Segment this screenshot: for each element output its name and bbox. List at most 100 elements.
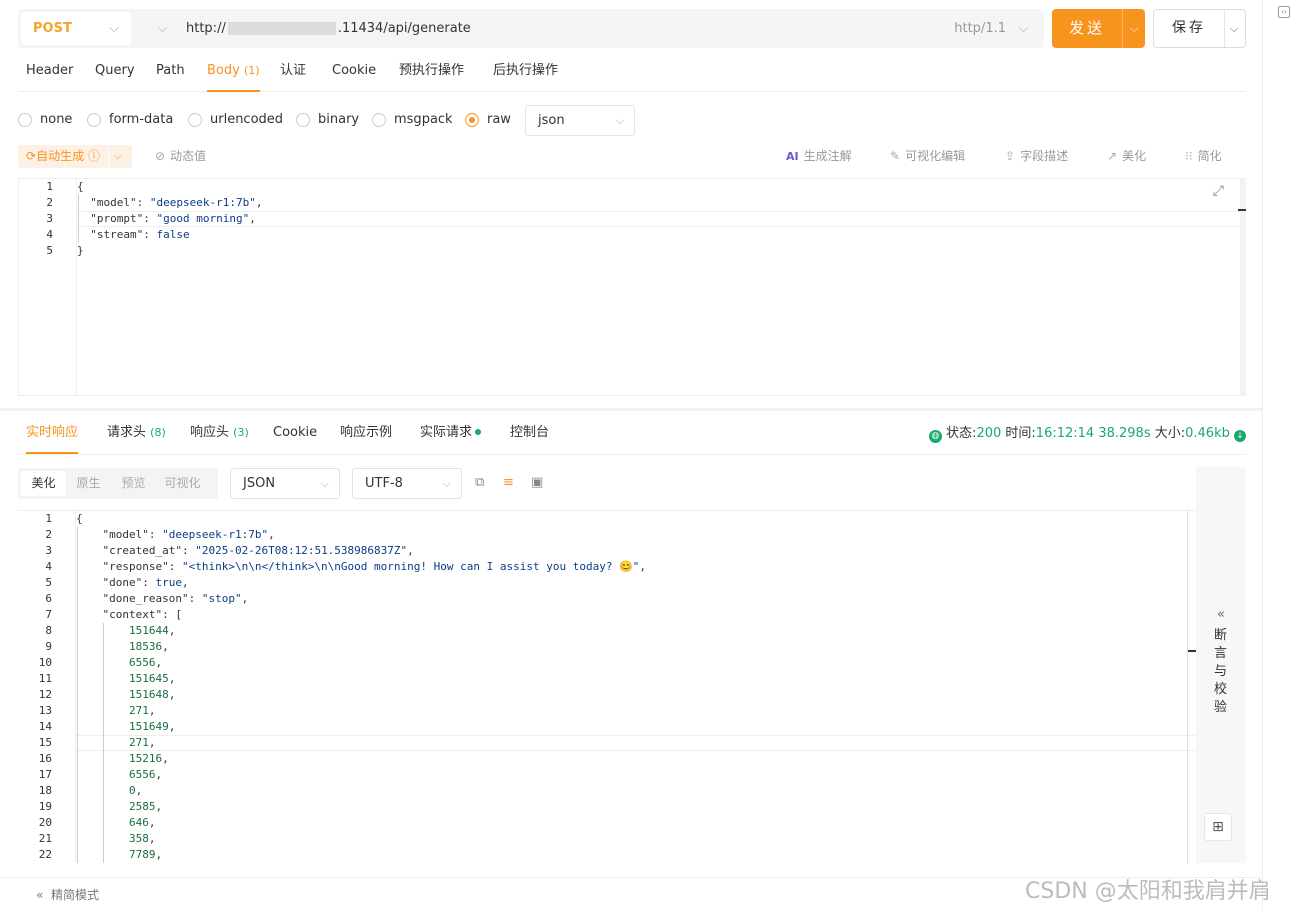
chevron-down-icon[interactable]: ⌵: [1123, 9, 1145, 48]
protocol-select[interactable]: http/1.1: [954, 9, 1006, 48]
tab-post-script[interactable]: 后执行操作: [493, 54, 558, 92]
code-panel-icon[interactable]: ‹›: [1278, 6, 1290, 18]
auto-generate-button[interactable]: ⟳自动生成 ⓘ ⌵: [18, 145, 132, 168]
radio-form-data[interactable]: form-data: [87, 106, 173, 134]
tab-response-headers[interactable]: 响应头 (3): [190, 416, 249, 454]
generate-comment-button[interactable]: AI 生成注解: [786, 145, 852, 168]
right-rail: ‹›: [1262, 0, 1303, 911]
code-line: 271,: [128, 736, 156, 749]
view-beautify[interactable]: 美化: [21, 471, 66, 496]
code-line: 151649,: [128, 720, 176, 733]
beautify-button[interactable]: ↗ 美化: [1107, 145, 1146, 168]
save-icon[interactable]: ▣: [531, 475, 543, 490]
chevron-down-icon[interactable]: ⌵: [1223, 10, 1245, 47]
expand-icon[interactable]: ⤢: [1213, 183, 1224, 199]
line-number: 4: [45, 560, 52, 573]
line-number: 1: [45, 512, 52, 525]
radio-none[interactable]: none: [18, 106, 72, 134]
response-duration: 38.298s: [1098, 426, 1151, 441]
radio-binary[interactable]: binary: [296, 106, 359, 134]
tab-cookie[interactable]: Cookie: [273, 416, 317, 454]
request-tabs: Header Query Path Body (1) 认证 Cookie 预执行…: [18, 54, 1246, 92]
response-body-viewer[interactable]: 1 2 3 4 5 6 7 8 9 10 11 12 13 14 15 16 17 18 19 20 21 22 { "m…: [18, 510, 1195, 863]
download-icon[interactable]: ↓: [1234, 430, 1246, 442]
code-line: "prompt": "good morning",: [90, 212, 256, 225]
line-number: 22: [38, 848, 52, 861]
radio-msgpack[interactable]: msgpack: [372, 106, 453, 134]
chevron-left-icon[interactable]: «: [1196, 607, 1246, 622]
request-body-editor[interactable]: 1 2 3 4 5 { "model": "deepseek-r1:7b", "prom…: [18, 178, 1246, 396]
dynamic-value-icon: ⊘: [155, 149, 166, 163]
line-number: 16: [38, 752, 52, 765]
save-button[interactable]: 保存 ⌵: [1153, 9, 1246, 48]
line-number: 15: [38, 736, 52, 749]
code-line: "done": true,: [102, 576, 189, 589]
radio-urlencoded[interactable]: urlencoded: [188, 106, 283, 134]
edit-icon: ✎: [890, 149, 901, 163]
code-line: 646,: [128, 816, 156, 829]
tab-live-response[interactable]: 实时响应: [26, 416, 79, 454]
line-number: 8: [45, 624, 52, 637]
tab-pre-script[interactable]: 预执行操作: [399, 54, 464, 92]
dynamic-value-button[interactable]: ⊘ 动态值: [155, 145, 206, 168]
send-button[interactable]: 发送 ⌵: [1052, 9, 1145, 48]
view-preview[interactable]: 预览: [111, 471, 156, 496]
field-desc-button[interactable]: ⇪ 字段描述: [1005, 145, 1068, 168]
code-line: "stream": false: [90, 228, 190, 241]
line-number: 14: [38, 720, 52, 733]
assert-panel[interactable]: « 断言与校验 ⊞: [1196, 467, 1246, 863]
tab-body[interactable]: Body (1): [207, 54, 260, 92]
tab-path[interactable]: Path: [156, 54, 185, 92]
tab-header[interactable]: Header: [26, 54, 73, 92]
view-visualize[interactable]: 可视化: [160, 471, 205, 496]
response-scrollbar[interactable]: [1187, 511, 1195, 863]
chevron-down-icon[interactable]: ⌵: [158, 9, 167, 48]
code-line: {: [76, 512, 83, 525]
chevron-down-icon[interactable]: ⌵: [114, 145, 122, 168]
view-raw[interactable]: 原生: [66, 471, 111, 496]
radio-raw[interactable]: raw: [465, 106, 511, 134]
code-line: "response": "<think>\n\n</think>\n\nGood…: [102, 560, 647, 573]
ai-icon: AI: [786, 150, 799, 163]
line-number: 3: [46, 212, 53, 225]
tab-auth[interactable]: 认证: [280, 54, 306, 92]
simple-mode-toggle[interactable]: « 精简模式: [36, 878, 99, 911]
simplify-icon: ⁝⁝: [1185, 149, 1193, 163]
url-input[interactable]: http://.11434/api/generate: [186, 9, 471, 48]
chevron-down-icon: ⌵: [109, 21, 119, 36]
copy-icon[interactable]: ⧉: [475, 475, 484, 490]
tab-cookie[interactable]: Cookie: [332, 54, 376, 92]
chevron-down-icon: ⌵: [320, 477, 329, 490]
simplify-button[interactable]: ⁝⁝ 简化: [1185, 145, 1222, 168]
status-code: 200: [976, 426, 1002, 441]
code-line: 15216,: [128, 752, 169, 765]
save-label: 保存: [1172, 20, 1206, 36]
line-number: 5: [45, 576, 52, 589]
tab-response-example[interactable]: 响应示例: [340, 416, 392, 454]
response-status: ◍ 状态:200 时间:16:12:14 38.298s 大小:0.46kb ↓: [928, 416, 1246, 452]
line-number: 9: [45, 640, 52, 653]
response-format-select[interactable]: JSON ⌵: [230, 468, 340, 499]
wrap-icon[interactable]: ≡: [503, 475, 514, 490]
code-line: "context": [: [102, 608, 182, 621]
tab-query[interactable]: Query: [95, 54, 135, 92]
line-number: 21: [38, 832, 52, 845]
line-number: 4: [46, 228, 53, 241]
line-number: 17: [38, 768, 52, 781]
line-number: 20: [38, 816, 52, 829]
tab-console[interactable]: 控制台: [510, 416, 549, 454]
line-number: 3: [45, 544, 52, 557]
body-format-select[interactable]: json ⌵: [525, 105, 635, 136]
line-number: 1: [46, 180, 53, 193]
code-line: "done_reason": "stop",: [102, 592, 249, 605]
layout-icon[interactable]: ⊞: [1204, 813, 1232, 841]
tab-actual-request[interactable]: 实际请求: [420, 416, 482, 454]
method-select[interactable]: POST ⌵: [21, 12, 131, 45]
code-line: 151644,: [128, 624, 176, 637]
url-bar: POST ⌵ ⌵ http://.11434/api/generate http…: [18, 9, 1044, 48]
tab-request-headers[interactable]: 请求头 (8): [107, 416, 166, 454]
visual-edit-button[interactable]: ✎ 可视化编辑: [890, 145, 965, 168]
code-line: 2585,: [128, 800, 163, 813]
code-line: 358,: [128, 832, 156, 845]
encoding-select[interactable]: UTF-8 ⌵: [352, 468, 462, 499]
